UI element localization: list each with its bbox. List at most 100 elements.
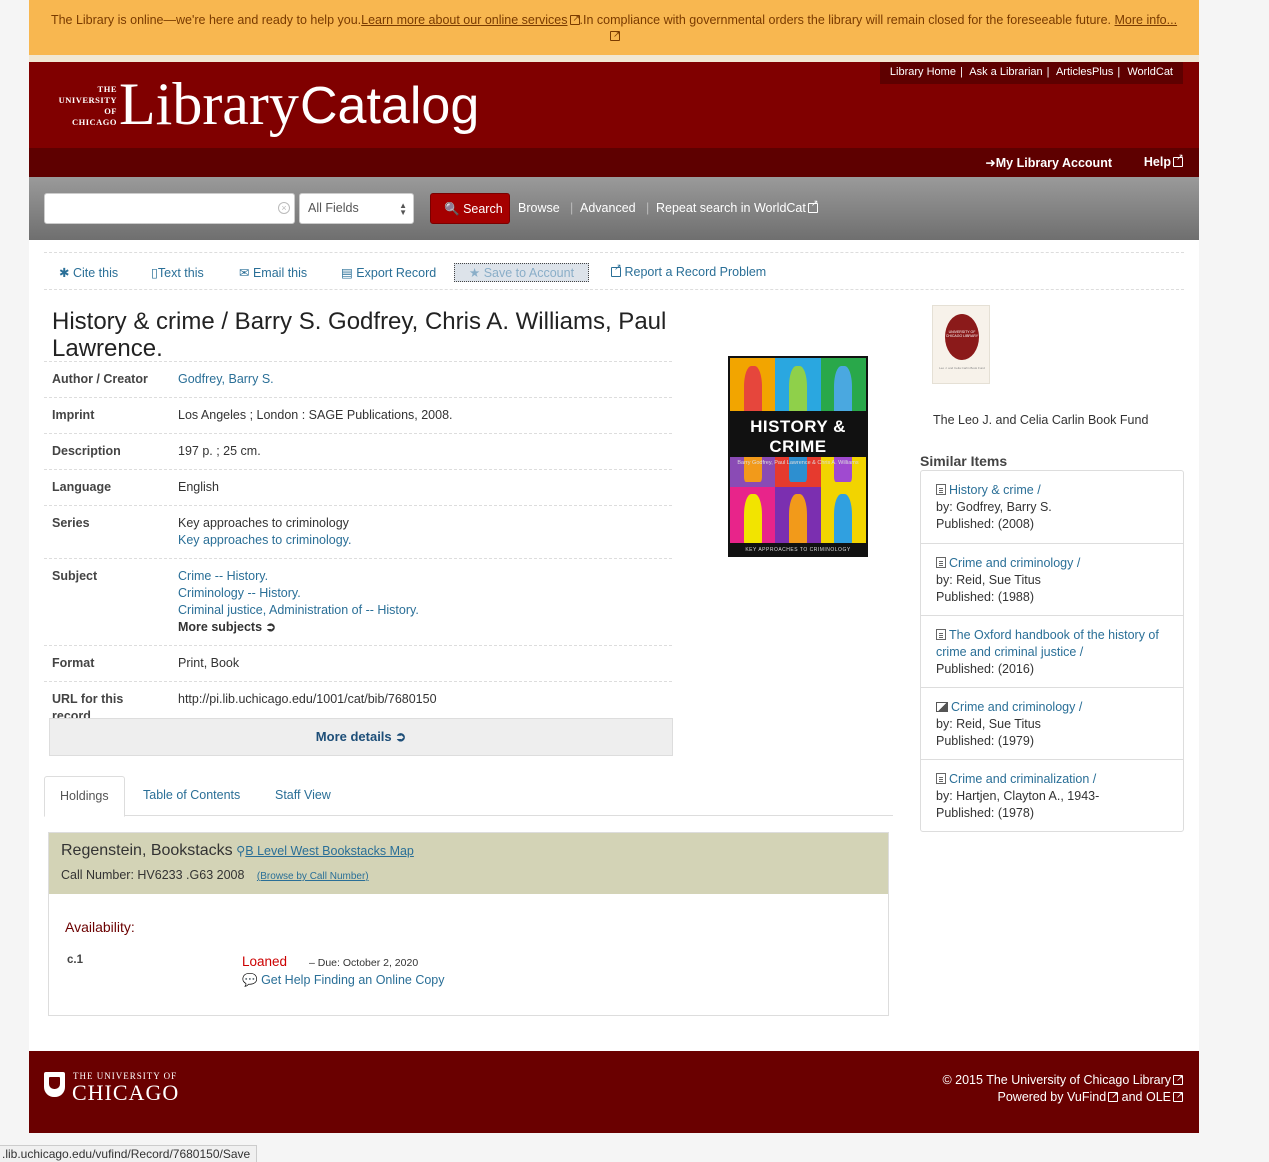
ole-link[interactable]: OLE [1146,1087,1184,1104]
browser-status-bar: .lib.uchicago.edu/vufind/Record/7680150/… [0,1145,258,1162]
cover-figure [743,365,762,418]
library-home-link[interactable]: Library Home [890,66,956,78]
record-title: History & crime / Barry S. Godfrey, Chri… [52,308,667,362]
similar-item-published: Published: (2008) [936,517,1034,531]
tab-staff-view[interactable]: Staff View [275,788,331,802]
subject-link[interactable]: Criminal justice, Administration of -- H… [178,602,664,619]
similar-item-published: Published: (1988) [936,590,1034,604]
similar-item-title[interactable]: History & crime / [949,483,1041,497]
alert-text: The Library is online—we're here and rea… [50,13,362,27]
similar-item: The Oxford handbook of the history of cr… [921,615,1183,687]
description-label: Description [52,444,121,458]
top-links: Library Home | Ask a Librarian | ArticlesP… [879,62,1183,84]
search-field-select[interactable]: All Fields ▲ ▼ [299,193,414,224]
cover-series: KEY APPROACHES TO CRIMINOLOGY [728,543,868,557]
phone-icon: ▯ [151,266,158,280]
similar-item-published: Published: (1979) [936,734,1034,748]
stacks-map-link[interactable]: B Level West Bookstacks Map [245,844,414,858]
worldcat-link[interactable]: WorldCat [1127,66,1173,78]
detail-row-imprint: Imprint Los Angeles ; London : SAGE Publ… [44,397,672,433]
format-label: Format [52,656,95,670]
email-this-button[interactable]: ✉ Email this [239,265,307,280]
search-bar: × All Fields ▲ ▼ 🔍 Search Browse | Advanc… [29,177,1199,240]
book-fund-name: The Leo J. and Celia Carlin Book Fund [933,413,1149,427]
description-value: 197 p. ; 25 cm. [178,444,261,458]
comment-icon: 💬 [242,973,258,987]
subject-link[interactable]: Criminology -- History. [178,585,664,602]
tab-holdings[interactable]: Holdings [44,776,125,817]
nav-separator: | [646,201,650,215]
copyright-link[interactable]: © 2015 The University of Chicago Library [942,1070,1184,1089]
get-help-online-copy-link[interactable]: 💬 Get Help Finding an Online Copy [242,973,445,988]
cite-this-button[interactable]: ✱ Cite this [59,265,118,280]
external-link-icon [807,198,818,213]
detail-row-subject: Subject Crime -- History. Criminology --… [44,558,672,645]
alert-text-closed: .In compliance with governmental orders … [579,13,1112,27]
browse-call-number-link[interactable]: (Browse by Call Number) [257,871,369,882]
search-button[interactable]: 🔍 Search [430,193,510,224]
save-to-account-button[interactable]: ★ Save to Account [454,263,590,282]
record-details: Author / Creator Godfrey, Barry S. Impri… [44,361,672,728]
nav-separator: | [570,201,574,215]
logo-library-text: Library [119,71,299,137]
external-link-icon [610,26,621,42]
author-link[interactable]: Godfrey, Barry S. [178,372,274,386]
cover-figure [834,494,853,546]
ask-librarian-link[interactable]: Ask a Librarian [969,66,1042,78]
similar-item-title[interactable]: Crime and criminalization / [949,772,1096,786]
similar-item-title[interactable]: The Oxford handbook of the history of cr… [936,628,1159,659]
help-link[interactable]: Help [1144,152,1184,169]
vufind-link[interactable]: VuFind [1067,1087,1119,1104]
detail-row-description: Description 197 p. ; 25 cm. [44,433,672,469]
cover-tile [820,486,866,551]
similar-item-title[interactable]: Crime and criminology / [949,556,1080,570]
detail-row-format: Format Print, Book [44,645,672,681]
my-library-account-link[interactable]: ➜My Library Account [985,155,1112,170]
detail-row-author: Author / Creator Godfrey, Barry S. [44,361,672,397]
advanced-search-link[interactable]: Advanced [580,201,636,215]
due-date: – Due: October 2, 2020 [309,957,419,969]
similar-item-title[interactable]: Crime and criminology / [951,700,1082,714]
imprint-value: Los Angeles ; London : SAGE Publications… [178,408,453,422]
external-link-icon [1173,1070,1184,1087]
envelope-icon: ✉ [239,266,250,280]
subject-link[interactable]: Crime -- History. [178,568,664,585]
bookplate-image: UNIVERSITY OF CHICAGO LIBRARY Leo J. and… [932,305,990,384]
series-value: Key approaches to criminology [178,516,349,530]
alert-banner: The Library is online—we're here and rea… [29,0,1199,55]
holding-location: Regenstein, Bookstacks [61,842,233,859]
document-icon [936,629,946,640]
external-link-icon [1173,152,1184,167]
footer-univ-big: CHICAGO [72,1080,180,1105]
series-link[interactable]: Key approaches to criminology. [178,532,664,549]
library-seal: UNIVERSITY OF CHICAGO LIBRARY [945,314,979,360]
export-record-button[interactable]: ▤ Export Record [341,265,436,280]
browse-link[interactable]: Browse [518,201,560,215]
cover-authors: Barry Godfrey, Paul Lawrence & Chris A. … [737,460,859,466]
search-input[interactable]: × [44,193,295,224]
similar-items-list: History & crime / by: Godfrey, Barry S. … [920,470,1184,832]
star-icon: ★ [469,266,481,280]
more-subjects-toggle[interactable]: More subjects ➲ [178,619,664,636]
imprint-label: Imprint [52,408,95,422]
list-icon: ▤ [341,266,353,280]
online-services-link[interactable]: Learn more about our online services [361,13,567,27]
similar-item-author: by: Hartjen, Clayton A., 1943- [936,789,1100,803]
image-icon [936,702,948,712]
cover-tile [775,486,821,551]
similar-item-published: Published: (1978) [936,806,1034,820]
articlesplus-link[interactable]: ArticlesPlus [1056,66,1113,78]
cover-title-band: HISTORY & CRIME Barry Godfrey, Paul Lawr… [728,411,868,466]
worldcat-search-link[interactable]: Repeat search in WorldCat [656,198,818,215]
site-footer: THE UNIVERSITY OF CHICAGO © 2015 The Uni… [29,1051,1199,1133]
similar-item: Crime and criminology / by: Reid, Sue Ti… [921,543,1183,615]
subject-label: Subject [52,569,98,583]
more-details-button[interactable]: More details ➲ [49,718,673,756]
arrow-circle-right-icon: ➲ [265,620,277,634]
text-this-button[interactable]: ▯Text this [151,265,204,280]
tab-table-of-contents[interactable]: Table of Contents [143,788,240,802]
report-problem-button[interactable]: Report a Record Problem [609,262,766,279]
more-info-link[interactable]: More info... [1115,13,1178,27]
page: The Library is online—we're here and rea… [29,0,1199,1133]
clear-icon[interactable]: × [278,202,290,214]
